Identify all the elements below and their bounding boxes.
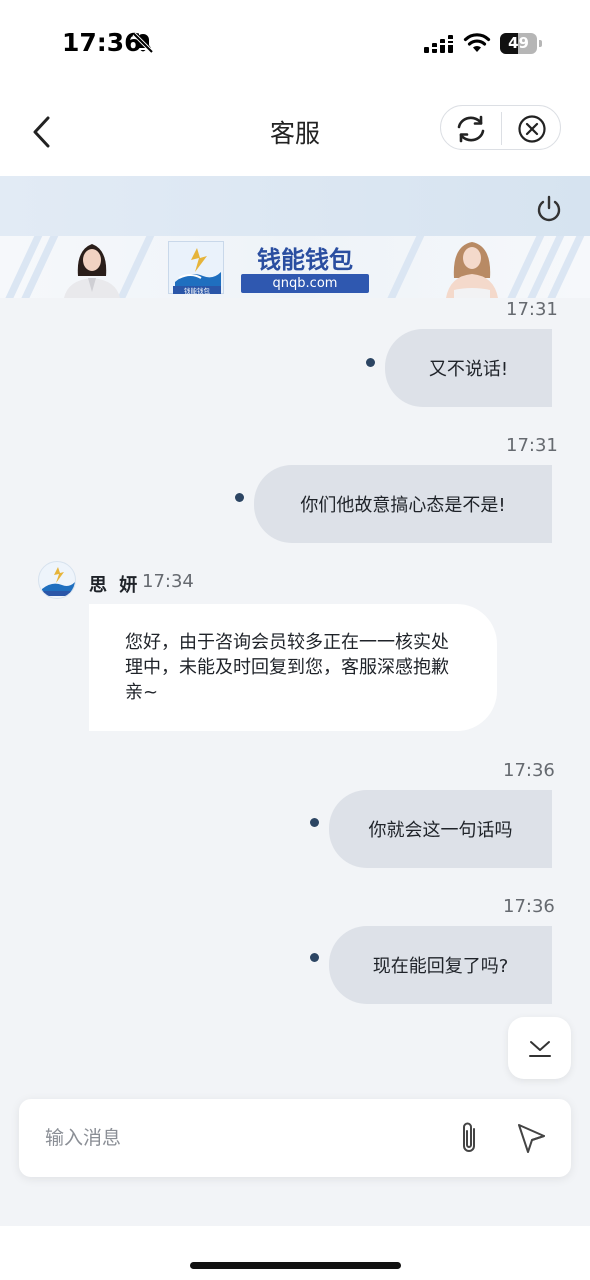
refresh-icon [457, 115, 485, 142]
outgoing-message[interactable]: 又不说话! [385, 329, 552, 407]
agent-name: 思 妍 [89, 575, 141, 596]
message-time: 17:36 [503, 896, 555, 917]
scroll-to-bottom-button[interactable] [508, 1017, 571, 1079]
message-time: 17:31 [506, 299, 558, 320]
outgoing-message[interactable]: 你们他故意搞心态是不是! [254, 465, 552, 543]
message-time: 17:34 [142, 571, 194, 592]
refresh-button[interactable] [441, 106, 501, 151]
outgoing-message[interactable]: 现在能回复了吗? [329, 926, 552, 1004]
header: 客服 [0, 88, 590, 176]
paperclip-icon[interactable] [455, 1119, 483, 1157]
outgoing-message[interactable]: 你就会这一句话吗 [329, 790, 552, 868]
banner-model-right [446, 242, 498, 298]
home-indicator[interactable] [190, 1262, 401, 1269]
unread-dot [310, 818, 319, 827]
send-icon[interactable] [515, 1121, 547, 1155]
banner-logo-text: 钱能钱包 [184, 286, 211, 295]
banner-logo: 钱能钱包 [168, 241, 224, 295]
message-time: 17:36 [503, 760, 555, 781]
status-bar: 17:36 49 [0, 0, 590, 88]
banner-model-left [64, 244, 120, 298]
banner-url: qnqb.com [241, 274, 369, 293]
power-icon[interactable] [534, 194, 564, 224]
chat-top-strip [0, 176, 590, 236]
status-time: 17:36 [62, 28, 142, 57]
close-button[interactable] [502, 106, 562, 151]
banner-brand: 钱能钱包 [257, 245, 353, 274]
unread-dot [235, 493, 244, 502]
unread-dot [366, 358, 375, 367]
message-input[interactable] [45, 1117, 435, 1159]
battery-icon: 49 [500, 33, 542, 54]
message-time: 17:31 [506, 435, 558, 456]
incoming-message[interactable]: 您好，由于咨询会员较多正在一一核实处理中，未能及时回复到您，客服深感抱歉亲~ [89, 604, 497, 731]
close-circle-icon [518, 114, 546, 143]
ad-banner[interactable]: 钱能钱包 钱能钱包 qnqb.com [0, 236, 590, 298]
header-capsule [440, 105, 561, 150]
message-input-bar [19, 1099, 571, 1177]
battery-level: 49 [508, 34, 529, 52]
unread-dot [310, 953, 319, 962]
agent-avatar [38, 561, 76, 599]
chevron-down-icon [528, 1041, 551, 1057]
home-area [0, 1226, 590, 1280]
bell-off-icon [132, 32, 154, 54]
wifi-icon [463, 33, 491, 52]
chat-area[interactable]: 钱能钱包 钱能钱包 qnqb.com 17:31 又不说话! 17:31 你们他… [0, 176, 590, 1226]
signal-icon [424, 35, 453, 53]
